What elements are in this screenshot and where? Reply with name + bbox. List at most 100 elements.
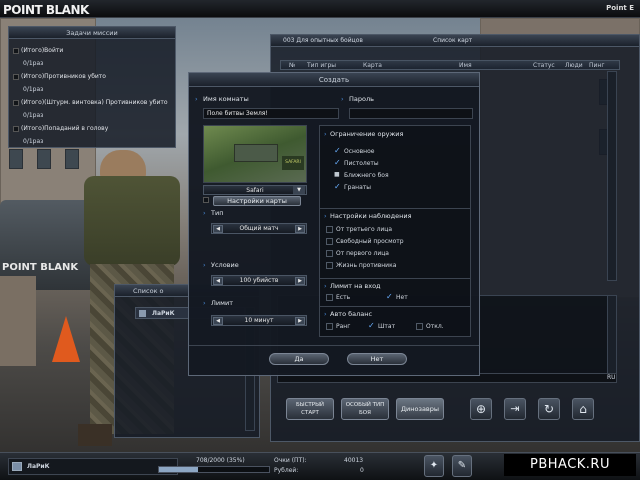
mission-item: (Итого)Войти xyxy=(13,47,63,54)
ok-button[interactable]: Да xyxy=(269,353,329,365)
arrow-icon: › xyxy=(203,209,206,217)
map-settings-checkbox[interactable] xyxy=(203,197,209,203)
room-name-input[interactable]: Поле битвы Земля! xyxy=(203,108,339,119)
col-number[interactable]: № xyxy=(289,62,295,69)
limit-value: 10 минут xyxy=(244,317,274,324)
dinosaurs-button[interactable]: Динозавры xyxy=(396,398,444,420)
arrow-icon: › xyxy=(324,212,327,220)
inventory-icon[interactable]: ✦ xyxy=(424,455,444,477)
checkmark-icon: ✓ xyxy=(334,182,341,191)
soldier-boot xyxy=(78,424,112,446)
checkbox[interactable] xyxy=(416,323,423,330)
condition-label: Условие xyxy=(211,261,239,269)
arrow-left-icon[interactable]: ◀ xyxy=(213,317,223,325)
arrow-right-icon[interactable]: ▶ xyxy=(295,317,305,325)
checkbox[interactable] xyxy=(326,262,333,269)
condition-select[interactable]: ◀ 100 убийств ▶ xyxy=(211,275,307,286)
weapon-option-primary[interactable]: ✓ Основное xyxy=(334,147,374,156)
checkbox[interactable] xyxy=(326,226,333,233)
soldier-torso xyxy=(84,176,180,266)
observer-option-third-person[interactable]: От третьего лица xyxy=(326,226,392,233)
checkmark-icon: ✓ xyxy=(368,321,375,330)
entry-limit-yes[interactable]: Есть xyxy=(326,294,350,301)
exp-text: 708/2000 (35%) xyxy=(196,457,245,464)
weapon-option-grenades[interactable]: ✓ Гранаты xyxy=(334,182,371,192)
checkbox[interactable] xyxy=(326,323,333,330)
door-icon[interactable]: ⇥ xyxy=(504,398,526,420)
divider xyxy=(189,345,479,346)
auto-balance-state[interactable]: ✓ Штат xyxy=(368,321,395,331)
checkmark-icon: ✓ xyxy=(334,158,341,167)
points-label: Очки (ПТ): xyxy=(274,457,307,464)
weapon-option-melee: ■ Ближнего боя xyxy=(334,171,389,180)
room-name-label: Имя комнаты xyxy=(203,95,249,103)
quick-start-button[interactable]: БЫСТРЫЙ СТАРТ xyxy=(286,398,334,420)
home-icon[interactable]: ⌂ xyxy=(572,398,594,420)
mission-item: (Итого)Противников убито xyxy=(13,73,106,80)
col-status[interactable]: Статус xyxy=(533,62,555,69)
map-preview: SAFARI xyxy=(203,125,307,183)
limit-label: Лимит xyxy=(211,299,234,307)
mission-item: (Итого)(Штурм. винтовка) Противников уби… xyxy=(13,99,168,106)
globe-icon[interactable]: ⊕ xyxy=(470,398,492,420)
player-info: ЛаРиК xyxy=(8,458,178,475)
checkbox[interactable] xyxy=(326,294,333,301)
observer-option-free-view[interactable]: Свободный просмотр xyxy=(326,238,404,245)
mission-progress: 0/1раз xyxy=(23,60,44,67)
mission-item: (Итого)Попаданий в голову xyxy=(13,125,108,132)
room-list-titlebar: 003 Для опытных бойцов Список карт xyxy=(271,35,639,47)
col-name[interactable]: Имя xyxy=(459,62,472,69)
entry-limit-no[interactable]: ✓ Нет xyxy=(386,293,408,302)
concrete-block xyxy=(0,276,36,366)
refresh-icon[interactable]: ↻ xyxy=(538,398,560,420)
rank-icon xyxy=(12,462,22,471)
col-ping[interactable]: Пинг xyxy=(589,62,605,69)
auto-balance-title: Авто баланс xyxy=(330,310,373,318)
col-map[interactable]: Карта xyxy=(363,62,382,69)
special-mode-button[interactable]: ОСОБЫЙ ТИП БОЯ xyxy=(341,398,389,420)
arrow-icon: › xyxy=(195,95,198,103)
player-name: ЛаРиК xyxy=(27,463,50,470)
arrow-left-icon[interactable]: ◀ xyxy=(213,225,223,233)
weapon-option-pistols[interactable]: ✓ Пистолеты xyxy=(334,158,379,168)
arrow-icon: › xyxy=(203,261,206,269)
room-list-scrollbar[interactable] xyxy=(607,71,617,281)
arrow-right-icon[interactable]: ▶ xyxy=(295,225,305,233)
type-select[interactable]: ◀ Общий матч ▶ xyxy=(211,223,307,234)
type-label: Тип xyxy=(211,209,224,217)
arrow-left-icon[interactable]: ◀ xyxy=(213,277,223,285)
password-input[interactable] xyxy=(349,108,473,119)
limit-select[interactable]: ◀ 10 минут ▶ xyxy=(211,315,307,326)
chevron-down-icon[interactable]: ▼ xyxy=(293,186,305,194)
mission-progress: 0/1раз xyxy=(23,138,44,145)
type-value: Общий матч xyxy=(239,225,279,232)
auto-balance-off[interactable]: Откл. xyxy=(416,323,444,330)
cancel-button[interactable]: Нет xyxy=(347,353,407,365)
lock-icon: ■ xyxy=(334,171,340,178)
checkbox[interactable] xyxy=(326,250,333,257)
col-game-type[interactable]: Тип игры xyxy=(307,62,336,69)
map-bus-image xyxy=(234,144,278,162)
entry-limit-title: Лимит на вход xyxy=(330,282,381,290)
checkbox[interactable] xyxy=(326,238,333,245)
arrow-right-icon[interactable]: ▶ xyxy=(295,277,305,285)
shop-icon[interactable]: ✎ xyxy=(452,455,472,477)
arrow-icon: › xyxy=(341,95,344,103)
watermark: PBHACK.RU xyxy=(504,454,636,476)
observer-option-first-person[interactable]: От первого лица xyxy=(326,250,389,257)
rubles-value: 0 xyxy=(360,467,364,474)
auto-balance-rank[interactable]: Ранг xyxy=(326,323,350,330)
exp-bar xyxy=(158,466,270,473)
map-settings-button[interactable]: Настройки карты xyxy=(213,196,301,206)
observer-settings-title: Настройки наблюдения xyxy=(330,212,412,220)
mission-panel: Задачи миссии (Итого)Войти 0/1раз (Итого… xyxy=(8,26,176,148)
create-dialog-title: Создать xyxy=(189,73,479,87)
weapon-restriction-title: Ограничение оружия xyxy=(330,130,404,138)
chat-language[interactable]: RU xyxy=(607,374,616,381)
chat-scrollbar[interactable] xyxy=(607,295,617,375)
observer-option-enemy-hp[interactable]: Жизнь противника xyxy=(326,262,396,269)
col-people[interactable]: Люди xyxy=(565,62,583,69)
map-name: Safari xyxy=(246,187,264,194)
top-bar: POINT BLANK Point E xyxy=(0,0,640,18)
map-select[interactable]: Safari ▼ xyxy=(203,185,307,195)
